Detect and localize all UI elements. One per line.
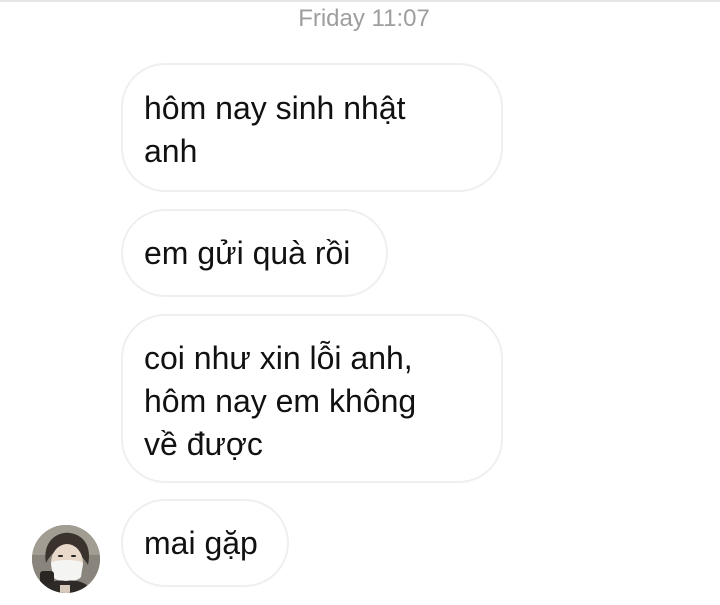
- profile-photo-icon: [32, 525, 100, 593]
- top-divider: [0, 0, 720, 2]
- message-bubble-1[interactable]: hôm nay sinh nhật anh: [121, 63, 503, 192]
- message-bubble-4[interactable]: mai gặp: [121, 499, 289, 587]
- message-timestamp: Friday 11:07: [298, 5, 430, 32]
- message-bubble-3[interactable]: coi như xin lỗi anh, hôm nay em không về…: [121, 314, 503, 483]
- sender-avatar[interactable]: [32, 525, 100, 593]
- message-bubble-2[interactable]: em gửi quà rồi: [121, 209, 388, 297]
